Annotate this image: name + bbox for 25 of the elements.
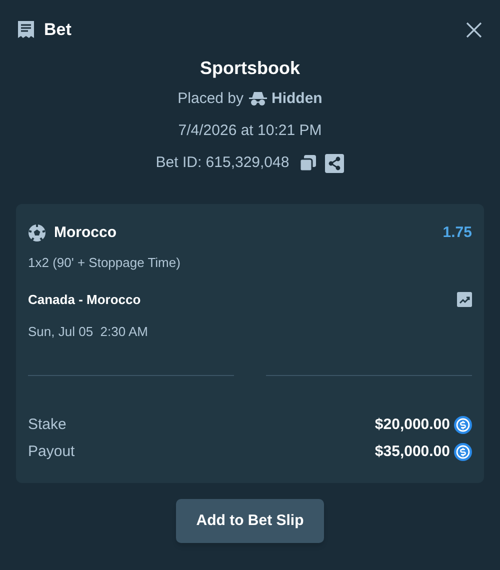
amount: $20,000.00 [374,415,450,435]
event-name: Canada - Morocco [28,291,141,309]
add-to-bet-slip-button[interactable]: Add to Bet Slip [176,499,324,543]
placed-by-label: Placed by [178,89,244,109]
total-label: Payout [28,442,75,462]
receipt-icon [16,20,36,40]
market-name: 1x2 (90' + Stoppage Time) [28,254,182,272]
incognito-icon [248,92,267,106]
stats-button[interactable] [457,292,472,308]
selection-name: Morocco [54,223,117,243]
close-button[interactable] [464,20,484,40]
coin-icon [454,442,472,461]
sportsbook-title: Sportsbook [200,57,300,80]
amount: $35,000.00 [374,442,450,462]
coin-icon [454,416,472,434]
event-start-time: Sun, Jul 05 2:30 AM [28,322,149,340]
share-button[interactable] [325,154,344,172]
bet-id: Bet ID: 615,329,048 [156,153,290,173]
dialog-title: Bet [44,19,72,42]
copy-button[interactable] [299,154,318,172]
user-name: Hidden [272,89,322,109]
total-label: Stake [28,415,66,435]
bet-date: 7/4/2026 at 10:21 PM [178,121,322,141]
soccer-ball-icon [28,224,46,242]
odds: 1.75 [442,223,472,243]
